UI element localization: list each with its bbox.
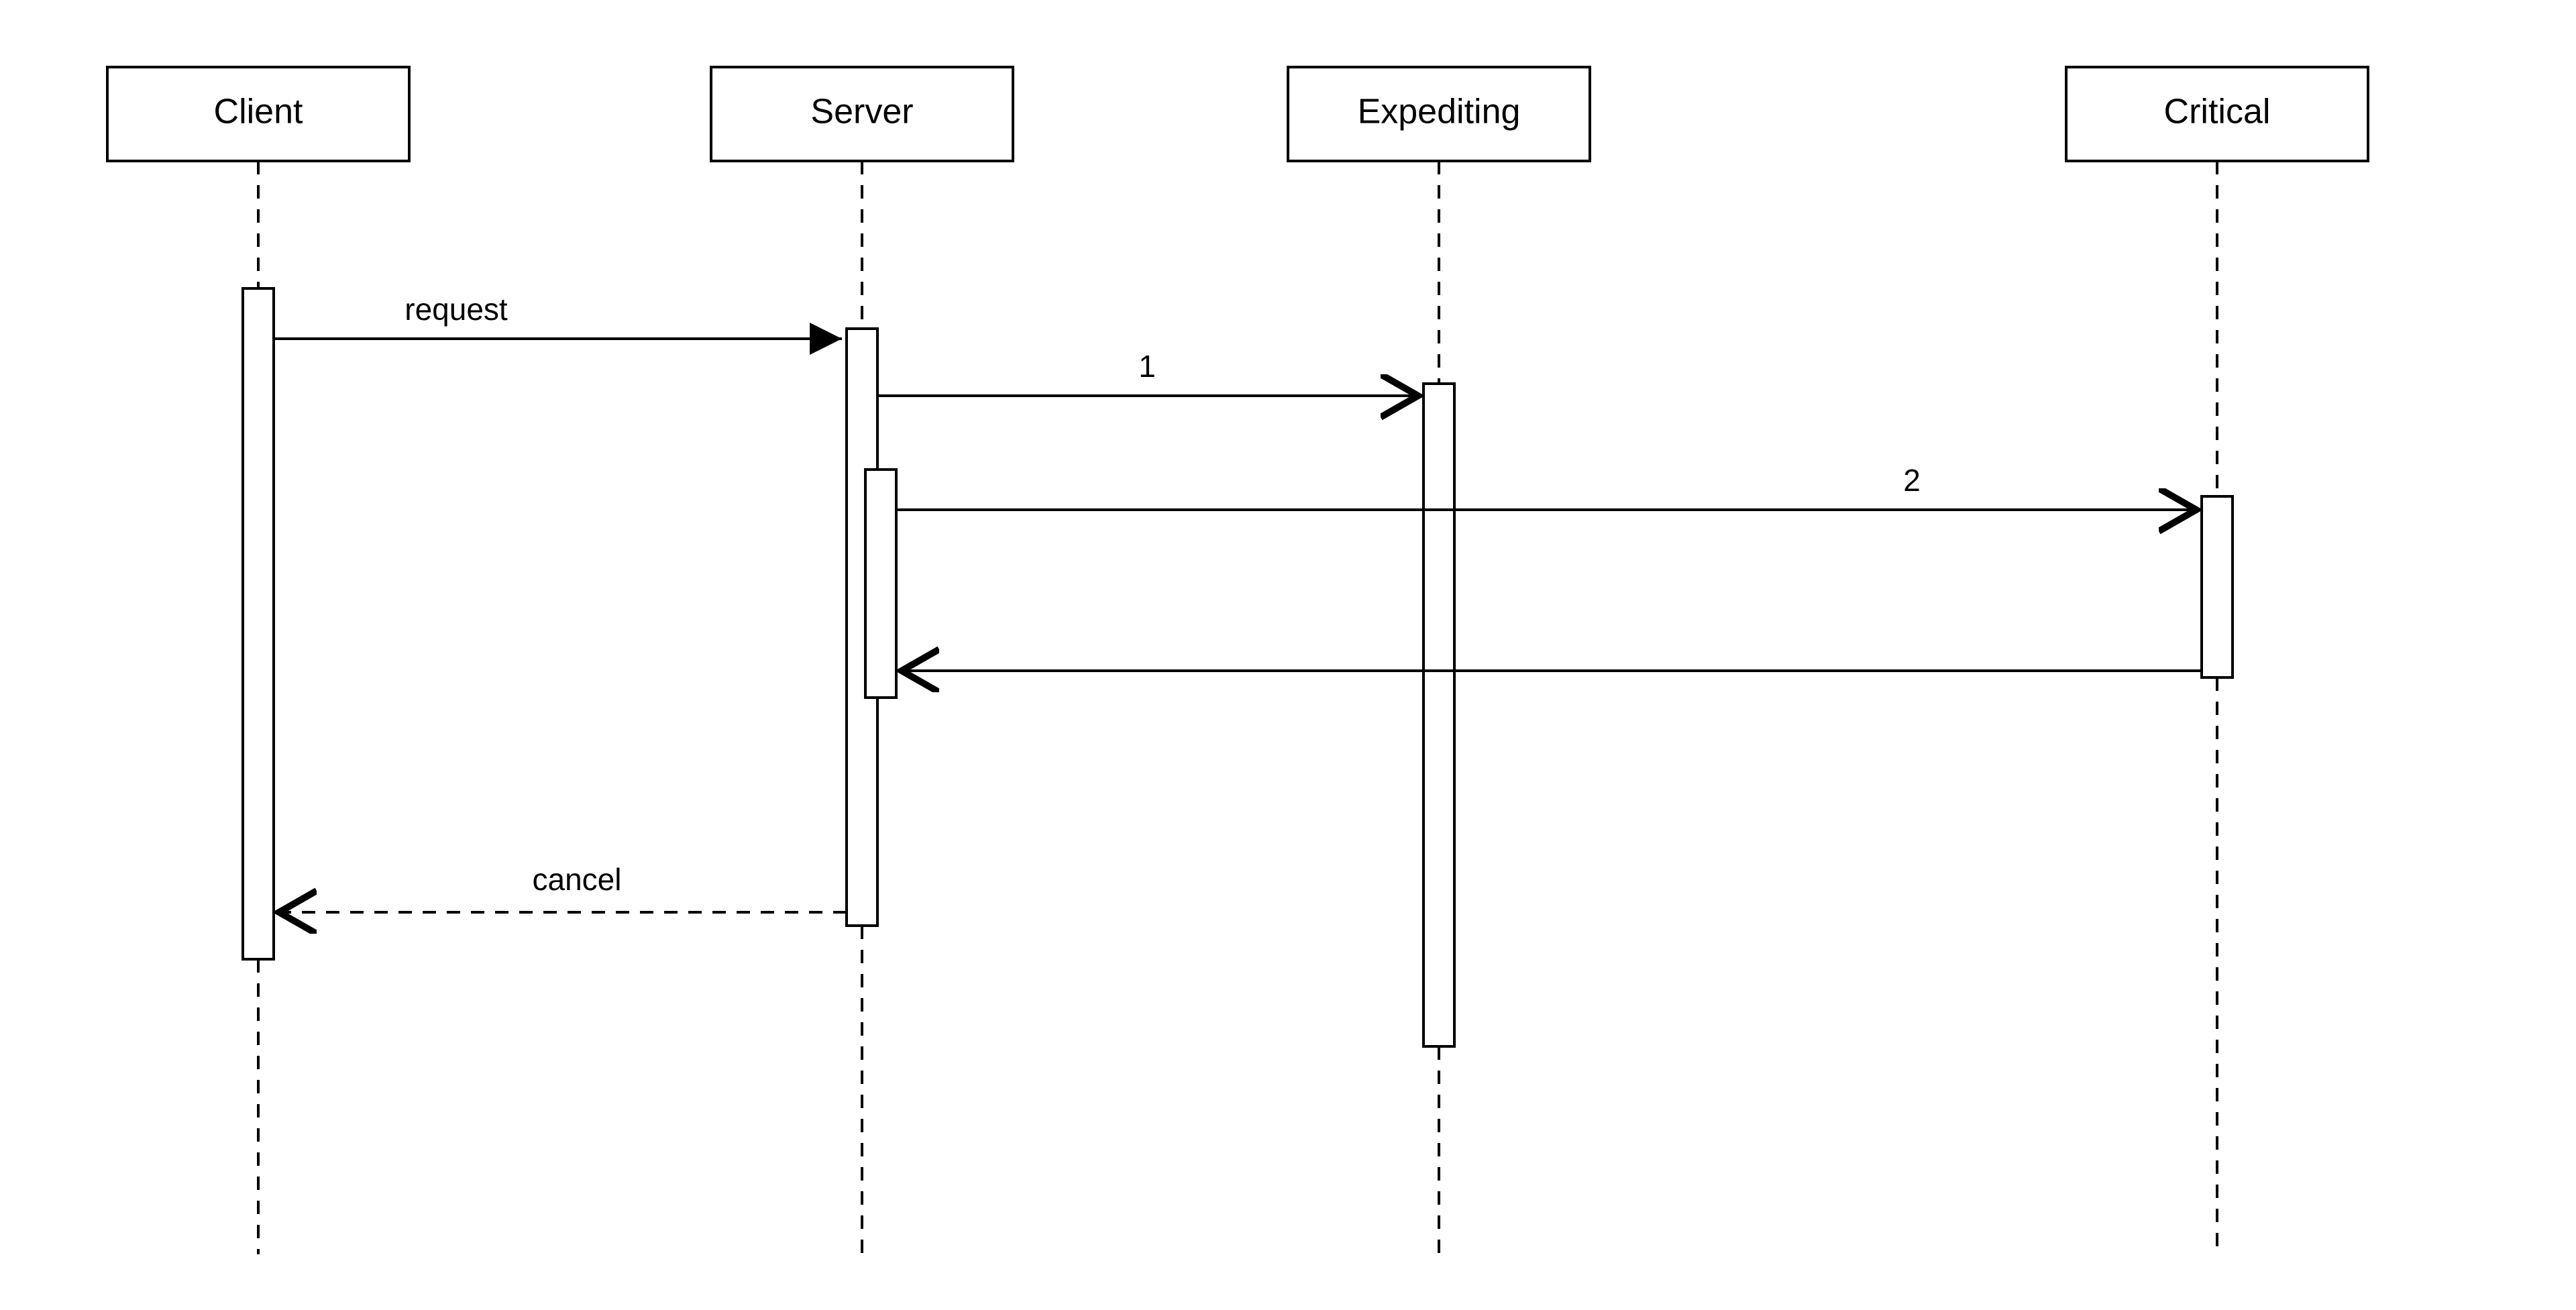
message-1-label: 1 <box>1138 349 1156 384</box>
message-cancel: cancel <box>279 862 847 912</box>
participant-client-label: Client <box>214 93 303 131</box>
activation-critical <box>2202 496 2233 677</box>
participant-expediting-label: Expediting <box>1358 93 1521 131</box>
participant-critical-label: Critical <box>2164 93 2271 131</box>
activation-client <box>243 288 274 959</box>
message-2: 2 <box>896 463 2196 510</box>
sequence-diagram: Client Server Expediting Critical reques… <box>0 0 2576 1310</box>
message-2-label: 2 <box>1903 463 1921 498</box>
participant-server-label: Server <box>810 93 913 131</box>
activation-expediting <box>1424 384 1454 1046</box>
message-cancel-label: cancel <box>533 862 622 897</box>
message-request-label: request <box>405 292 508 327</box>
message-request: request <box>274 292 842 339</box>
message-1: 1 <box>877 349 1418 396</box>
activation-server-nested <box>865 470 896 698</box>
